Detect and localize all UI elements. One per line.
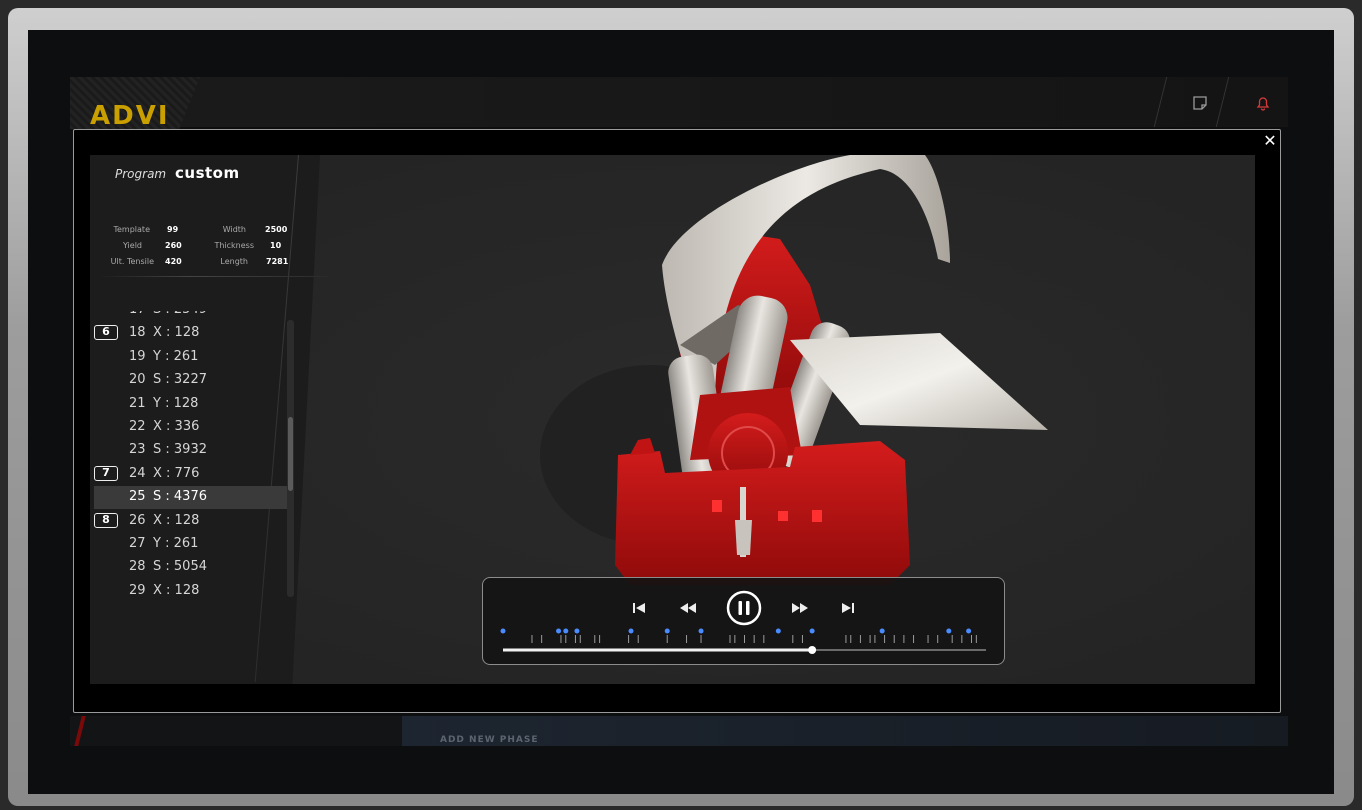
phase-marker [879, 628, 885, 634]
step-value: X : 776 [153, 465, 200, 481]
step-row[interactable]: 25 S : 4376 [94, 486, 288, 510]
step-value: X : 336 [153, 419, 200, 434]
param-thickness-label: Thickness [214, 241, 254, 250]
phase-marker [966, 628, 972, 634]
step-row[interactable]: 20 S : 3227 [94, 369, 288, 392]
step-number: 25 [129, 489, 146, 505]
step-number: 20 [129, 372, 146, 388]
param-width-label: Width [222, 225, 246, 234]
step-row[interactable]: 23 S : 3932 [94, 439, 288, 462]
step-value: S : 2549 [153, 311, 207, 317]
step-number: 27 [129, 536, 146, 551]
app-logo: ADVI [90, 104, 170, 126]
timeline-scrubber[interactable] [483, 578, 1006, 666]
step-value: Y : 128 [153, 395, 199, 411]
phase-marker [500, 628, 506, 634]
panel-divider [98, 276, 328, 277]
step-number: 29 [129, 582, 146, 597]
step-value: X : 128 [153, 325, 200, 341]
step-row[interactable]: 28 S : 5054 [94, 556, 288, 579]
step-number: 23 [129, 442, 146, 458]
timeline-handle [808, 646, 817, 654]
step-value: S : 3932 [153, 442, 207, 458]
bell-icon[interactable] [1254, 94, 1272, 112]
step-value: S : 4376 [153, 489, 207, 505]
phase-marker [628, 628, 634, 634]
param-template-value: 99 [167, 225, 179, 234]
step-number: 21 [129, 395, 146, 411]
step-number: 18 [129, 325, 146, 341]
close-icon[interactable]: ✕ [1261, 131, 1279, 151]
phase-badge: 7 [94, 465, 118, 481]
step-number: 28 [129, 559, 146, 575]
step-row[interactable]: 7 24 X : 776 [94, 463, 288, 486]
phase-marker [946, 628, 952, 634]
step-number: 26 [129, 512, 146, 528]
step-row[interactable]: 8 26 X : 128 [94, 510, 288, 533]
step-list-scroll-thumb[interactable] [288, 417, 293, 491]
param-thickness-value: 10 [270, 241, 282, 250]
param-template-label: Template [113, 225, 150, 234]
step-row[interactable]: 22 X : 336 [94, 416, 288, 439]
note-icon[interactable] [1191, 94, 1209, 112]
step-value: Y : 261 [153, 536, 199, 551]
phase-marker [574, 628, 580, 634]
step-row[interactable]: 17 S : 2549 [94, 311, 288, 322]
param-width-value: 2500 [265, 225, 288, 234]
add-new-phase-button[interactable]: ADD NEW PHASE [440, 735, 539, 745]
phase-badge: 8 [94, 512, 118, 528]
param-ult-tensile-label: Ult. Tensile [110, 257, 154, 266]
phase-marker [556, 628, 562, 634]
step-row[interactable]: 29 X : 128 [94, 580, 288, 597]
step-number: 19 [129, 348, 146, 364]
phase-marker [664, 628, 670, 634]
param-ult-tensile-value: 420 [165, 257, 182, 266]
step-value: Y : 261 [153, 348, 199, 364]
step-row[interactable]: 21 Y : 128 [94, 393, 288, 416]
step-row[interactable]: 27 Y : 261 [94, 533, 288, 556]
step-number: 22 [129, 419, 146, 434]
step-value: S : 5054 [153, 559, 207, 575]
phase-marker [775, 628, 781, 634]
phase-badge: 6 [94, 325, 118, 341]
phase-marker [809, 628, 815, 634]
phase-marker [563, 628, 569, 634]
step-number: 17 [129, 311, 146, 317]
step-number: 24 [129, 465, 146, 481]
app-header [70, 77, 1288, 127]
param-length-value: 7281 [266, 257, 289, 266]
step-list[interactable]: 17S : 2549618X : 12819Y : 26120S : 32272… [94, 311, 288, 597]
step-row[interactable]: 19 Y : 261 [94, 346, 288, 369]
param-length-label: Length [220, 257, 248, 266]
param-yield-value: 260 [165, 241, 182, 250]
step-value: S : 3227 [153, 372, 207, 388]
program-name: custom [175, 164, 240, 182]
step-row[interactable]: 6 18 X : 128 [94, 322, 288, 345]
phase-marker [698, 628, 704, 634]
step-value: X : 128 [153, 582, 200, 597]
playback-controls [482, 577, 1005, 665]
step-value: X : 128 [153, 512, 200, 528]
program-label: Program [115, 167, 167, 181]
param-yield-label: Yield [122, 241, 142, 250]
